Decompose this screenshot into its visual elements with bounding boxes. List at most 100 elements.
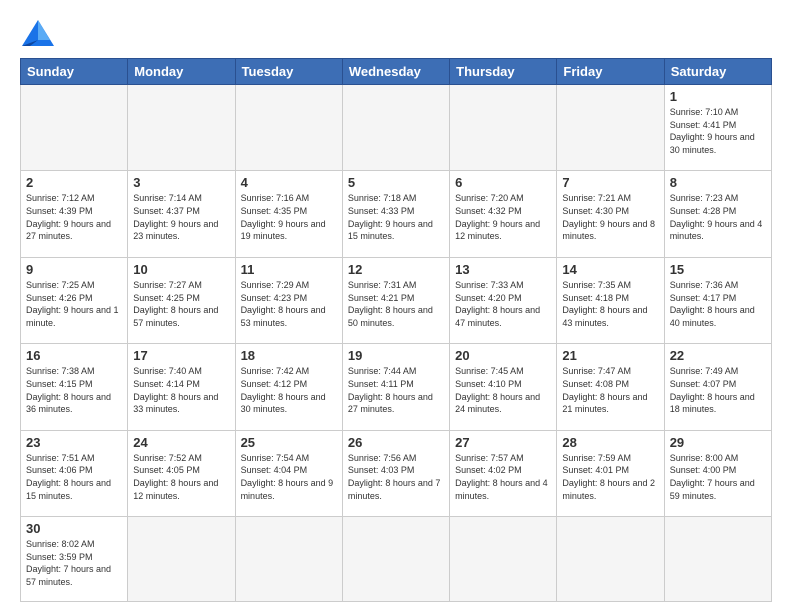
calendar-cell: 3 Sunrise: 7:14 AM Sunset: 4:37 PM Daylig… (128, 171, 235, 257)
calendar-cell: 15 Sunrise: 7:36 AM Sunset: 4:17 PM Dayli… (664, 257, 771, 343)
calendar-cell: 25 Sunrise: 7:54 AM Sunset: 4:04 PM Dayli… (235, 430, 342, 516)
day-info: Sunrise: 7:20 AM Sunset: 4:32 PM Dayligh… (455, 192, 551, 242)
day-number: 24 (133, 435, 229, 450)
day-number: 29 (670, 435, 766, 450)
calendar-cell (557, 85, 664, 171)
day-info: Sunrise: 7:35 AM Sunset: 4:18 PM Dayligh… (562, 279, 658, 329)
calendar-cell: 1 Sunrise: 7:10 AM Sunset: 4:41 PM Daylig… (664, 85, 771, 171)
day-info: Sunrise: 7:31 AM Sunset: 4:21 PM Dayligh… (348, 279, 444, 329)
calendar-cell (450, 85, 557, 171)
day-number: 3 (133, 175, 229, 190)
day-info: Sunrise: 7:27 AM Sunset: 4:25 PM Dayligh… (133, 279, 229, 329)
calendar-week-row: 30 Sunrise: 8:02 AM Sunset: 3:59 PM Dayli… (21, 517, 772, 602)
calendar-cell: 17 Sunrise: 7:40 AM Sunset: 4:14 PM Dayli… (128, 344, 235, 430)
calendar-cell: 27 Sunrise: 7:57 AM Sunset: 4:02 PM Dayli… (450, 430, 557, 516)
calendar-week-row: 1 Sunrise: 7:10 AM Sunset: 4:41 PM Daylig… (21, 85, 772, 171)
calendar-cell: 13Sunrise: 7:33 AM Sunset: 4:20 PM Dayli… (450, 257, 557, 343)
day-info: Sunrise: 7:54 AM Sunset: 4:04 PM Dayligh… (241, 452, 337, 502)
day-number: 7 (562, 175, 658, 190)
day-number: 17 (133, 348, 229, 363)
day-number: 8 (670, 175, 766, 190)
day-number: 26 (348, 435, 444, 450)
page: SundayMondayTuesdayWednesdayThursdayFrid… (0, 0, 792, 612)
calendar-cell (235, 85, 342, 171)
day-info: Sunrise: 7:18 AM Sunset: 4:33 PM Dayligh… (348, 192, 444, 242)
calendar-cell: 26 Sunrise: 7:56 AM Sunset: 4:03 PM Dayli… (342, 430, 449, 516)
calendar-cell: 5Sunrise: 7:18 AM Sunset: 4:33 PM Daylig… (342, 171, 449, 257)
day-info: Sunrise: 7:59 AM Sunset: 4:01 PM Dayligh… (562, 452, 658, 502)
day-info: Sunrise: 7:47 AM Sunset: 4:08 PM Dayligh… (562, 365, 658, 415)
day-info: Sunrise: 7:23 AM Sunset: 4:28 PM Dayligh… (670, 192, 766, 242)
day-info: Sunrise: 7:25 AM Sunset: 4:26 PM Dayligh… (26, 279, 122, 329)
weekday-header-saturday: Saturday (664, 59, 771, 85)
day-number: 15 (670, 262, 766, 277)
day-number: 30 (26, 521, 122, 536)
day-number: 22 (670, 348, 766, 363)
day-info: Sunrise: 7:51 AM Sunset: 4:06 PM Dayligh… (26, 452, 122, 502)
weekday-header-monday: Monday (128, 59, 235, 85)
day-info: Sunrise: 8:00 AM Sunset: 4:00 PM Dayligh… (670, 452, 766, 502)
day-info: Sunrise: 7:57 AM Sunset: 4:02 PM Dayligh… (455, 452, 551, 502)
day-info: Sunrise: 7:21 AM Sunset: 4:30 PM Dayligh… (562, 192, 658, 242)
day-number: 11 (241, 262, 337, 277)
logo (20, 18, 60, 48)
calendar-cell: 30 Sunrise: 8:02 AM Sunset: 3:59 PM Dayli… (21, 517, 128, 602)
day-info: Sunrise: 7:33 AM Sunset: 4:20 PM Dayligh… (455, 279, 551, 329)
calendar-cell: 12Sunrise: 7:31 AM Sunset: 4:21 PM Dayli… (342, 257, 449, 343)
day-info: Sunrise: 7:44 AM Sunset: 4:11 PM Dayligh… (348, 365, 444, 415)
calendar-cell: 7 Sunrise: 7:21 AM Sunset: 4:30 PM Daylig… (557, 171, 664, 257)
weekday-header-sunday: Sunday (21, 59, 128, 85)
calendar-cell (342, 517, 449, 602)
calendar-cell (342, 85, 449, 171)
calendar-cell: 10 Sunrise: 7:27 AM Sunset: 4:25 PM Dayli… (128, 257, 235, 343)
day-info: Sunrise: 7:10 AM Sunset: 4:41 PM Dayligh… (670, 106, 766, 156)
calendar-cell: 28Sunrise: 7:59 AM Sunset: 4:01 PM Dayli… (557, 430, 664, 516)
day-info: Sunrise: 8:02 AM Sunset: 3:59 PM Dayligh… (26, 538, 122, 588)
day-info: Sunrise: 7:36 AM Sunset: 4:17 PM Dayligh… (670, 279, 766, 329)
calendar-cell: 11 Sunrise: 7:29 AM Sunset: 4:23 PM Dayli… (235, 257, 342, 343)
day-number: 2 (26, 175, 122, 190)
day-number: 1 (670, 89, 766, 104)
calendar-cell: 14 Sunrise: 7:35 AM Sunset: 4:18 PM Dayli… (557, 257, 664, 343)
calendar-cell: 18 Sunrise: 7:42 AM Sunset: 4:12 PM Dayli… (235, 344, 342, 430)
day-info: Sunrise: 7:16 AM Sunset: 4:35 PM Dayligh… (241, 192, 337, 242)
logo-icon (20, 18, 56, 48)
day-info: Sunrise: 7:29 AM Sunset: 4:23 PM Dayligh… (241, 279, 337, 329)
calendar-week-row: 9 Sunrise: 7:25 AM Sunset: 4:26 PM Daylig… (21, 257, 772, 343)
day-number: 14 (562, 262, 658, 277)
calendar-cell (21, 85, 128, 171)
day-number: 19 (348, 348, 444, 363)
calendar-cell: 4 Sunrise: 7:16 AM Sunset: 4:35 PM Daylig… (235, 171, 342, 257)
calendar-cell (664, 517, 771, 602)
day-number: 10 (133, 262, 229, 277)
day-number: 20 (455, 348, 551, 363)
calendar-cell (128, 85, 235, 171)
calendar-cell: 22 Sunrise: 7:49 AM Sunset: 4:07 PM Dayli… (664, 344, 771, 430)
day-number: 21 (562, 348, 658, 363)
calendar-cell (450, 517, 557, 602)
day-number: 18 (241, 348, 337, 363)
day-info: Sunrise: 7:40 AM Sunset: 4:14 PM Dayligh… (133, 365, 229, 415)
calendar-cell: 23 Sunrise: 7:51 AM Sunset: 4:06 PM Dayli… (21, 430, 128, 516)
calendar-week-row: 23 Sunrise: 7:51 AM Sunset: 4:06 PM Dayli… (21, 430, 772, 516)
day-number: 27 (455, 435, 551, 450)
day-number: 9 (26, 262, 122, 277)
day-info: Sunrise: 7:52 AM Sunset: 4:05 PM Dayligh… (133, 452, 229, 502)
day-number: 23 (26, 435, 122, 450)
day-info: Sunrise: 7:56 AM Sunset: 4:03 PM Dayligh… (348, 452, 444, 502)
day-info: Sunrise: 7:49 AM Sunset: 4:07 PM Dayligh… (670, 365, 766, 415)
calendar-cell: 29 Sunrise: 8:00 AM Sunset: 4:00 PM Dayli… (664, 430, 771, 516)
day-info: Sunrise: 7:14 AM Sunset: 4:37 PM Dayligh… (133, 192, 229, 242)
calendar-cell (128, 517, 235, 602)
calendar-cell (557, 517, 664, 602)
calendar-week-row: 2Sunrise: 7:12 AM Sunset: 4:39 PM Daylig… (21, 171, 772, 257)
day-number: 25 (241, 435, 337, 450)
weekday-header-row: SundayMondayTuesdayWednesdayThursdayFrid… (21, 59, 772, 85)
day-number: 6 (455, 175, 551, 190)
day-info: Sunrise: 7:42 AM Sunset: 4:12 PM Dayligh… (241, 365, 337, 415)
day-info: Sunrise: 7:38 AM Sunset: 4:15 PM Dayligh… (26, 365, 122, 415)
day-number: 4 (241, 175, 337, 190)
calendar-week-row: 16Sunrise: 7:38 AM Sunset: 4:15 PM Dayli… (21, 344, 772, 430)
calendar-cell: 2Sunrise: 7:12 AM Sunset: 4:39 PM Daylig… (21, 171, 128, 257)
calendar-cell: 19 Sunrise: 7:44 AM Sunset: 4:11 PM Dayli… (342, 344, 449, 430)
